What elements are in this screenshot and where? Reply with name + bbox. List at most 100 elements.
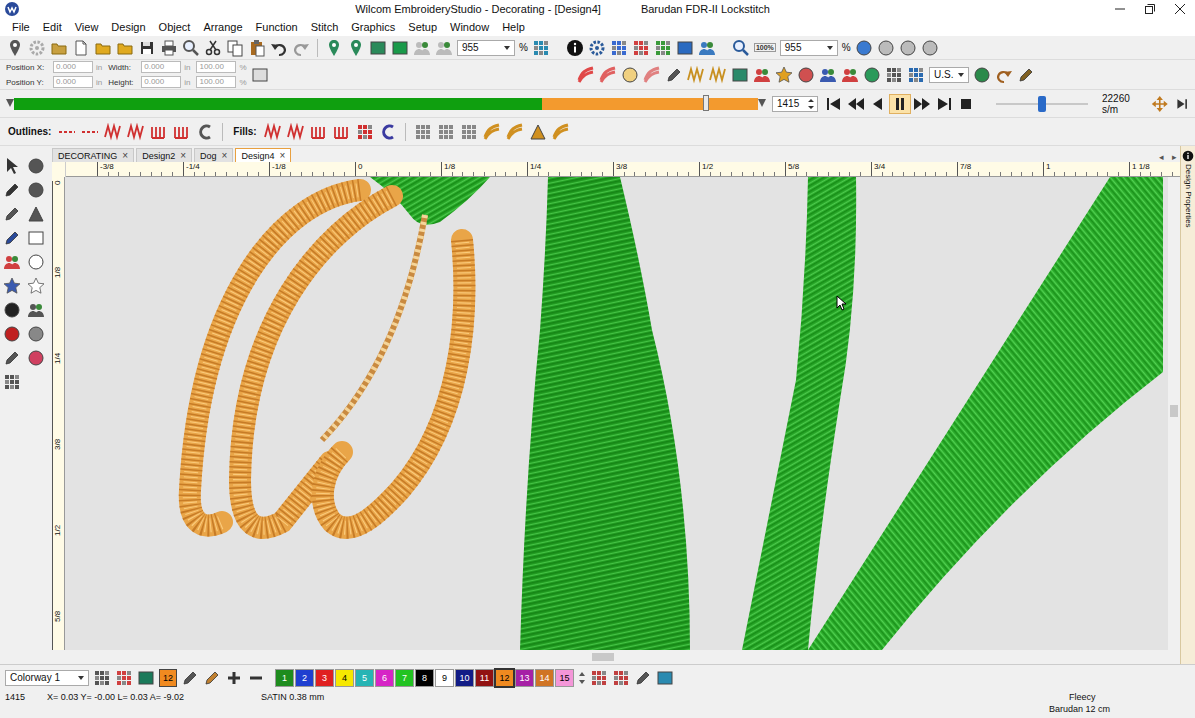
menu-item[interactable]: View [75, 21, 99, 33]
wizard-icon[interactable] [28, 39, 46, 57]
pin-icon[interactable] [6, 39, 24, 57]
new-icon[interactable] [72, 39, 90, 57]
color-swatch[interactable]: 12 [495, 669, 514, 687]
menu-item[interactable]: Object [159, 21, 191, 33]
back-icon[interactable] [868, 95, 888, 113]
color-swatch[interactable]: 7 [395, 669, 414, 687]
effect-g-icon[interactable] [552, 123, 570, 141]
nodes-icon[interactable] [27, 205, 45, 223]
object-list-icon[interactable] [654, 39, 672, 57]
fill-icon[interactable] [643, 66, 661, 84]
add-icon[interactable] [225, 669, 243, 687]
zoom-out-icon[interactable] [877, 39, 895, 57]
sort-icon[interactable] [590, 669, 608, 687]
needle-icon[interactable] [3, 349, 21, 367]
stitch-player-icon[interactable] [325, 39, 343, 57]
paint-icon[interactable] [203, 669, 221, 687]
value-input[interactable]: 0.000 [141, 61, 181, 73]
graphics-icon[interactable] [731, 66, 749, 84]
value-input[interactable]: 0.000 [141, 76, 181, 88]
dot-icon[interactable] [3, 301, 21, 319]
menu-item[interactable]: Setup [408, 21, 437, 33]
first-icon[interactable] [824, 95, 844, 113]
effect-b-icon[interactable] [437, 123, 455, 141]
value-input[interactable]: 0.000 [53, 61, 93, 73]
dropdown-arrow-icon[interactable] [502, 43, 512, 53]
open-design-icon[interactable] [116, 39, 134, 57]
rewind-icon[interactable] [846, 95, 866, 113]
vertical-scrollbar[interactable] [1168, 177, 1180, 650]
tab-scroll-button[interactable]: ◂ [1156, 152, 1167, 162]
palette-icon[interactable] [115, 669, 133, 687]
thread-chart-icon[interactable] [634, 669, 652, 687]
menu-item[interactable]: Arrange [203, 21, 242, 33]
slow-redraw-icon[interactable] [347, 39, 365, 57]
document-tab[interactable]: Design4 × [235, 148, 291, 162]
scale-input[interactable]: 100.00 [196, 61, 236, 73]
hoop-icon[interactable] [588, 39, 606, 57]
pause-icon[interactable] [890, 95, 910, 113]
last-icon[interactable] [934, 95, 954, 113]
reel-icon[interactable] [656, 669, 674, 687]
dropdown-arrow-icon[interactable] [956, 70, 966, 80]
triple-icon[interactable] [81, 123, 99, 141]
speed-slider[interactable] [996, 96, 1088, 112]
satin-outline-icon[interactable] [173, 123, 191, 141]
blanket-icon[interactable] [150, 123, 168, 141]
fabric-icon[interactable] [391, 39, 409, 57]
color-swatch[interactable]: 6 [375, 669, 394, 687]
pan-icon[interactable] [921, 39, 939, 57]
fill-wave-icon[interactable] [333, 123, 351, 141]
tab-close-button[interactable]: × [279, 150, 285, 161]
show-stitches-icon[interactable] [435, 39, 453, 57]
swatch-scroll-icon[interactable] [578, 670, 586, 686]
knife-icon[interactable] [3, 205, 21, 223]
zoom-box-icon[interactable] [899, 39, 917, 57]
trueview-icon[interactable] [413, 39, 431, 57]
backstitch-icon[interactable] [104, 123, 122, 141]
lock-proportions-icon[interactable] [251, 66, 269, 84]
menu-item[interactable]: Graphics [351, 21, 395, 33]
value-input[interactable]: 0.000 [53, 76, 93, 88]
stop-icon[interactable] [956, 95, 976, 113]
magnet-icon[interactable] [27, 349, 45, 367]
tab-scroll-button[interactable]: ▸ [1169, 152, 1180, 162]
color-swatch[interactable]: 14 [535, 669, 554, 687]
effect-a-icon[interactable] [414, 123, 432, 141]
play-end-icon[interactable] [1175, 95, 1189, 113]
color-swatch[interactable]: 3 [315, 669, 334, 687]
hoop-view-icon[interactable] [907, 66, 925, 84]
color-swatch[interactable]: 8 [415, 669, 434, 687]
zoom-field-2[interactable]: 955 [780, 40, 838, 56]
applique-icon[interactable] [797, 66, 815, 84]
select-icon[interactable] [3, 157, 21, 175]
fill-motif-icon[interactable] [379, 123, 397, 141]
effect-c-icon[interactable] [460, 123, 478, 141]
zoom-icon[interactable] [732, 39, 750, 57]
menu-item[interactable]: Design [111, 21, 145, 33]
start-marker-icon[interactable] [6, 99, 14, 109]
monogram-icon[interactable] [841, 66, 859, 84]
star-icon[interactable] [775, 66, 793, 84]
color-swatch[interactable]: 13 [515, 669, 534, 687]
grid-icon[interactable] [885, 66, 903, 84]
color-swatch[interactable]: 5 [355, 669, 374, 687]
color-swatch[interactable]: 2 [295, 669, 314, 687]
team-names-icon[interactable] [3, 253, 21, 271]
move-icon[interactable] [1151, 93, 1169, 115]
design-properties-tab[interactable]: Design Properties [1180, 146, 1195, 664]
rotate-icon[interactable] [27, 157, 45, 175]
units-dropdown[interactable]: U.S. [929, 67, 969, 83]
colorway-dropdown[interactable]: Colorway 1 [5, 670, 89, 686]
libraries-icon[interactable] [632, 39, 650, 57]
tatami-icon[interactable] [599, 66, 617, 84]
tab-close-button[interactable]: × [222, 150, 228, 161]
copy-icon[interactable] [226, 39, 244, 57]
input-a-icon[interactable] [665, 66, 683, 84]
stitch-number-field[interactable]: 1415 [772, 96, 818, 112]
box-icon[interactable] [27, 229, 45, 247]
print-preview-icon[interactable] [182, 39, 200, 57]
rotate-b-icon[interactable] [27, 181, 45, 199]
palette-icon[interactable] [610, 39, 628, 57]
current-color[interactable]: 12 [159, 669, 177, 687]
